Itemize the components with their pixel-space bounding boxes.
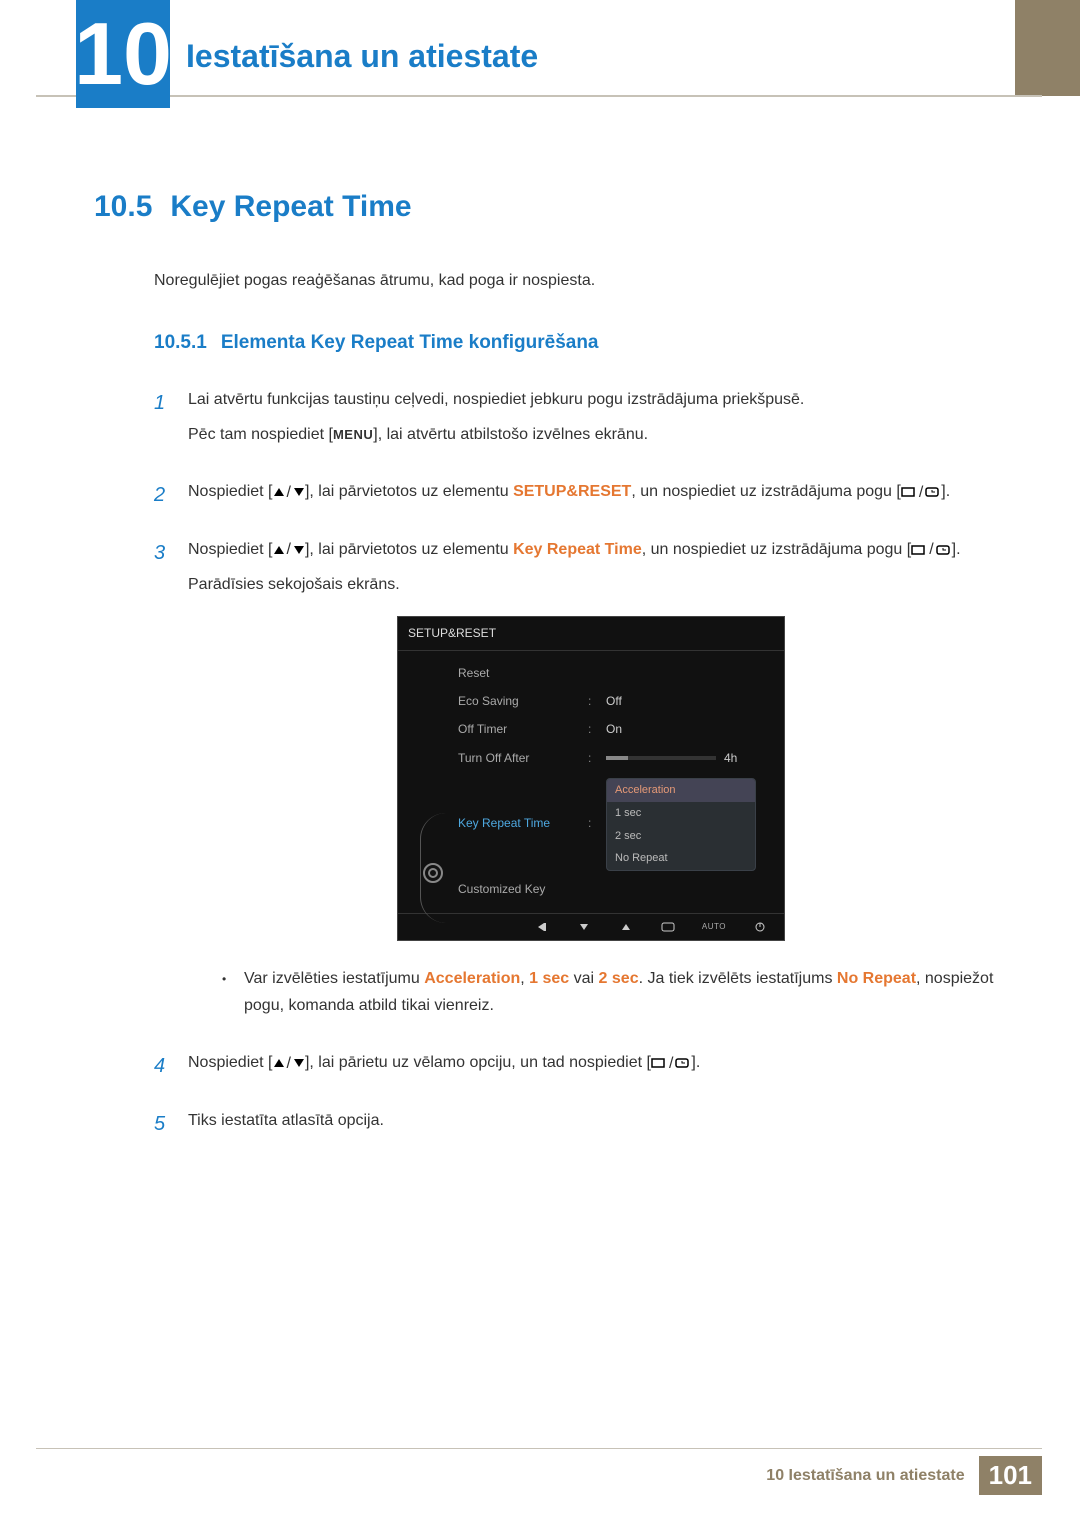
step-1: 1 Lai atvērtu funkcijas taustiņu ceļvedi… (154, 386, 994, 456)
osd-dropdown: Acceleration 1 sec 2 sec No Repeat (606, 778, 756, 871)
hl-2sec: 2 sec (599, 970, 639, 987)
slider (606, 756, 716, 760)
steps-list: 1 Lai atvērtu funkcijas taustiņu ceļvedi… (154, 386, 994, 1142)
osd-screenshot: SETUP&RESET Reset (397, 616, 785, 941)
section-number: 10.5 (94, 190, 152, 223)
step-number: 3 (154, 536, 188, 1028)
step-number: 4 (154, 1049, 188, 1084)
osd-row-reset: Reset (458, 659, 774, 687)
header-accent (1015, 0, 1080, 96)
footer-divider (36, 1448, 1042, 1449)
page-number: 101 (979, 1456, 1042, 1495)
source-enter-icon: / (901, 479, 941, 506)
osd-row-offtimer: Off Timer : On (458, 715, 774, 743)
highlight-key-repeat: Key Repeat Time (513, 541, 642, 558)
source-enter-icon: / (651, 1050, 691, 1077)
step-number: 1 (154, 386, 188, 456)
step-text: Nospiediet [/], lai pārvietotos uz eleme… (188, 536, 994, 563)
chapter-number: 10 (74, 10, 172, 98)
section-title: Key Repeat Time (170, 190, 411, 223)
step-4: 4 Nospiediet [/], lai pārietu uz vēlamo … (154, 1049, 994, 1084)
step-text: Lai atvērtu funkcijas taustiņu ceļvedi, … (188, 386, 994, 413)
osd-option-norepeat: No Repeat (607, 847, 755, 870)
bullet-note: • Var izvēlēties iestatījumu Acceleratio… (222, 965, 994, 1019)
subsection-heading: 10.5.1 Elementa Key Repeat Time konfigurē… (154, 332, 994, 354)
osd-row-turnoff: Turn Off After : 4h (458, 744, 774, 772)
step-text: Nospiediet [/], lai pārvietotos uz eleme… (188, 478, 994, 505)
osd-option-2sec: 2 sec (607, 825, 755, 848)
osd-row-custom: Customized Key (458, 875, 774, 903)
step-number: 2 (154, 478, 188, 513)
page-footer: 10 Iestatīšana un atiestate 101 (766, 1456, 1042, 1495)
step-text: Nospiediet [/], lai pārietu uz vēlamo op… (188, 1049, 994, 1076)
chapter-number-box: 10 (76, 0, 170, 108)
step-text: Tiks iestatīta atlasītā opcija. (188, 1107, 994, 1134)
step-number: 5 (154, 1107, 188, 1142)
up-icon (618, 921, 634, 933)
section-heading: 10.5 Key Repeat Time (94, 190, 994, 224)
chapter-title: Iestatīšana un atiestate (186, 38, 538, 75)
osd-row-krt: Key Repeat Time : Acceleration 1 sec 2 s… (458, 772, 774, 875)
header-divider (36, 95, 1042, 97)
step-2: 2 Nospiediet [/], lai pārvietotos uz ele… (154, 478, 994, 513)
step-text: Parādīsies sekojošais ekrāns. (188, 571, 994, 598)
osd-nav-icons: AUTO (398, 913, 784, 940)
up-down-icon: / (273, 1050, 305, 1077)
hl-1sec: 1 sec (529, 970, 569, 987)
osd-option-1sec: 1 sec (607, 802, 755, 825)
subsection-number: 10.5.1 (154, 332, 207, 353)
menu-button-label: MENU (333, 427, 373, 442)
bullet-icon: • (222, 965, 244, 1019)
footer-chapter: 10 Iestatīšana un atiestate (766, 1467, 964, 1485)
osd-row-eco: Eco Saving : Off (458, 687, 774, 715)
step-5: 5 Tiks iestatīta atlasītā opcija. (154, 1107, 994, 1142)
osd-title: SETUP&RESET (398, 617, 784, 650)
enter-icon (660, 921, 676, 933)
source-enter-icon: / (911, 536, 951, 563)
hl-acceleration: Acceleration (424, 970, 520, 987)
step-3: 3 Nospiediet [/], lai pārvietotos uz ele… (154, 536, 994, 1028)
up-down-icon: / (273, 479, 305, 506)
subsection-title: Elementa Key Repeat Time konfigurēšana (221, 332, 599, 353)
hl-norepeat: No Repeat (837, 970, 916, 987)
power-icon (752, 921, 768, 933)
section-intro: Noregulējiet pogas reaģēšanas ātrumu, ka… (154, 272, 994, 290)
highlight-setup-reset: SETUP&RESET (513, 483, 631, 500)
up-down-icon: / (273, 536, 305, 563)
back-icon (534, 921, 550, 933)
osd-option-acceleration: Acceleration (607, 779, 755, 802)
step-text: Pēc tam nospiediet [MENU], lai atvērtu a… (188, 421, 994, 448)
down-icon (576, 921, 592, 933)
auto-label: AUTO (702, 920, 726, 934)
